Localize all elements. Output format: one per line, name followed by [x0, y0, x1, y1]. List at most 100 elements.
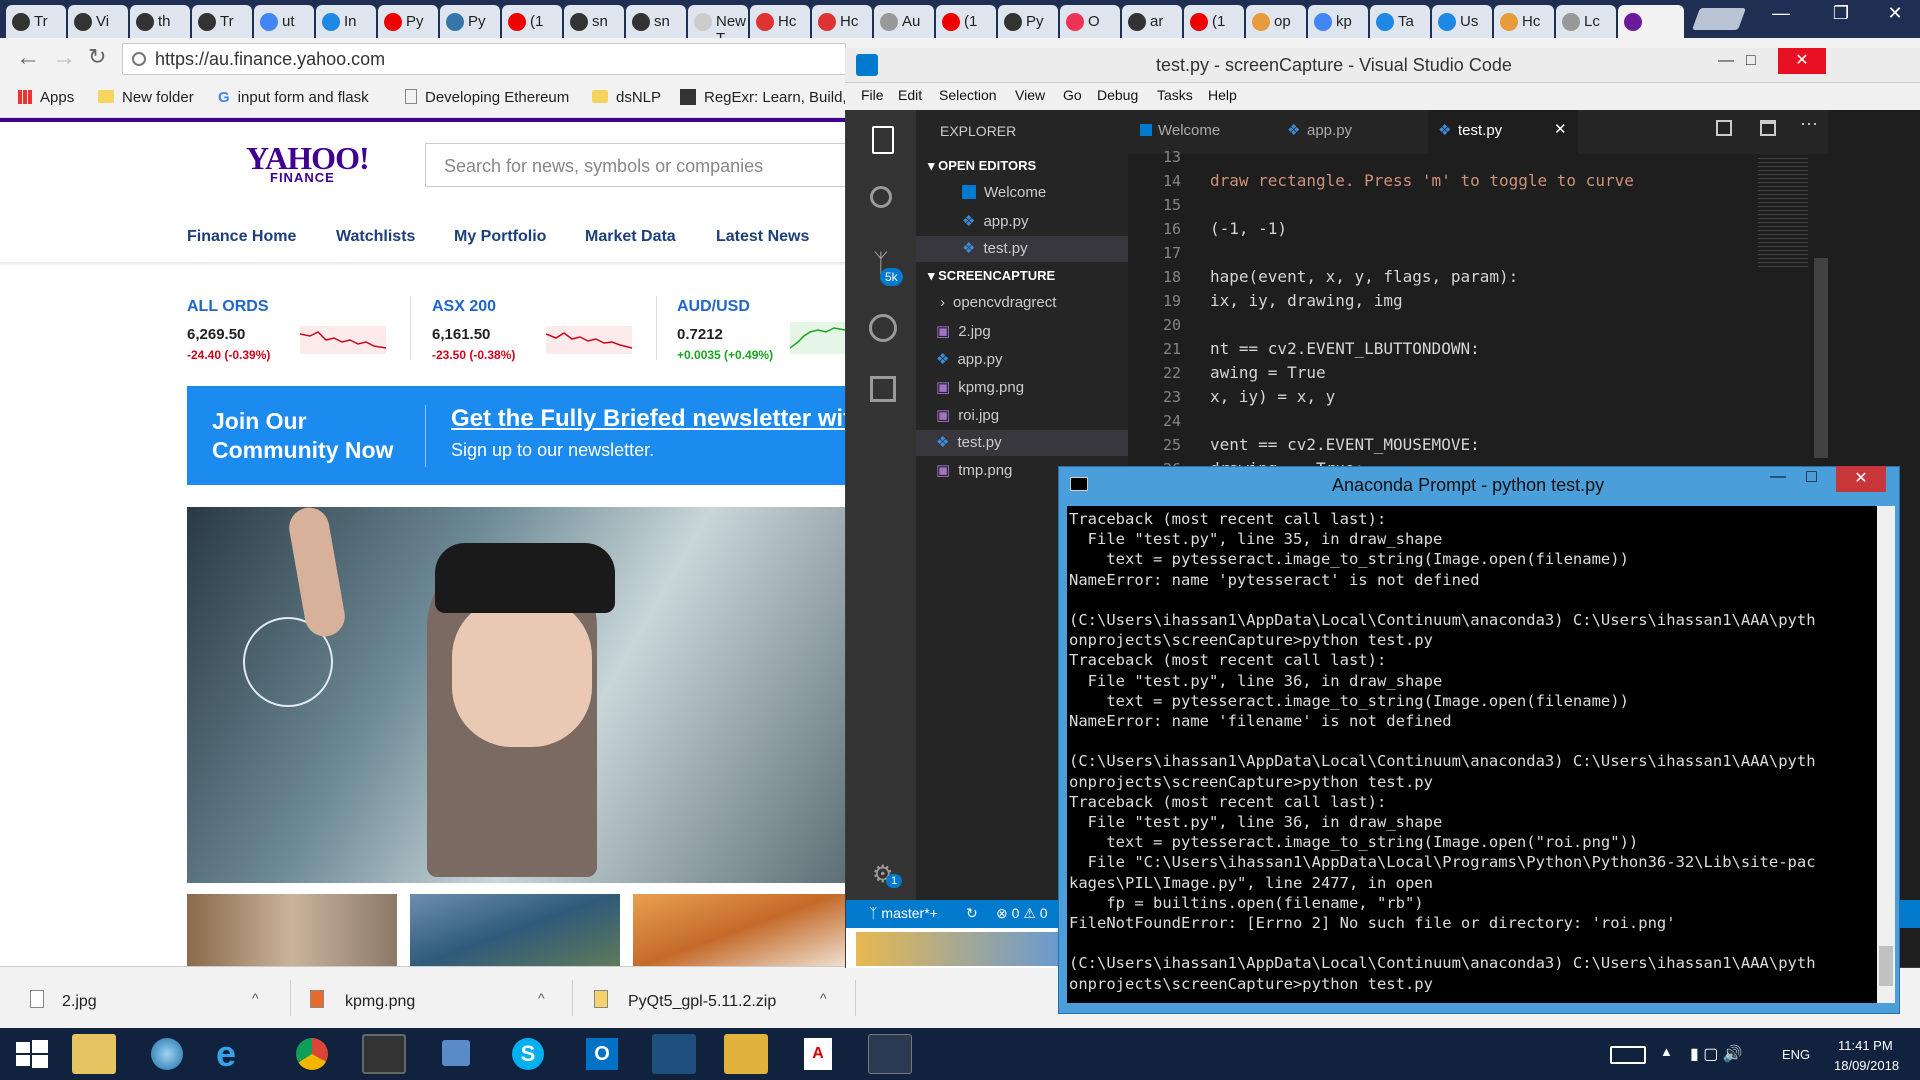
news-thumbnail[interactable]	[856, 932, 1058, 966]
code-line[interactable]: (-1, -1)	[1210, 219, 1287, 238]
news-thumbnail[interactable]	[633, 894, 845, 966]
nav-finance-home[interactable]: Finance Home	[187, 228, 296, 246]
maximize-icon[interactable]: ❐	[1818, 0, 1864, 30]
browser-tab[interactable]: Tr	[6, 5, 66, 38]
browser-tab[interactable]: op	[1246, 5, 1306, 38]
browser-tab[interactable]: Hc	[1494, 5, 1554, 38]
forward-icon[interactable]: →	[52, 44, 76, 72]
bookmark-regexr[interactable]: RegExr: Learn, Build,	[680, 89, 847, 106]
clock-date[interactable]: 18/09/2018	[1834, 1058, 1899, 1073]
browser-tab[interactable]: Py	[440, 5, 500, 38]
browser-tab[interactable]: sn	[626, 5, 686, 38]
browser-tab[interactable]: Tr	[192, 5, 252, 38]
new-tab-button[interactable]	[1691, 8, 1747, 30]
menu-tasks[interactable]: Tasks	[1157, 87, 1193, 103]
browser-tab[interactable]: (1	[1184, 5, 1244, 38]
menu-go[interactable]: Go	[1063, 87, 1082, 103]
close-icon[interactable]: ✕	[1778, 48, 1826, 74]
browser-tab[interactable]: Au	[874, 5, 934, 38]
close-tab-icon[interactable]: ✕	[1554, 120, 1567, 138]
ticker-name[interactable]: ASX 200	[432, 298, 496, 316]
browser-tab[interactable]	[1618, 5, 1684, 38]
debug-icon[interactable]	[869, 314, 897, 342]
folder-opencvdragrect[interactable]: › opencvdragrect	[940, 294, 1056, 311]
browser-tab[interactable]: Us	[1432, 5, 1492, 38]
open-changes-icon[interactable]	[1716, 120, 1732, 136]
reload-icon[interactable]: ↻	[88, 44, 106, 70]
tray-chevron-icon[interactable]: ▲	[1660, 1044, 1673, 1059]
split-editor-icon[interactable]	[1760, 120, 1776, 136]
code-line[interactable]: vent == cv2.EVENT_MOUSEMOVE:	[1210, 435, 1480, 454]
open-editors-header[interactable]: ▾ OPEN EDITORS	[928, 158, 1036, 174]
search-input[interactable]: Search for news, symbols or companies	[425, 143, 855, 187]
windows-start-icon[interactable]	[10, 1034, 54, 1074]
bookmark-input-form[interactable]: Ginput form and flask	[218, 89, 369, 106]
pdf-icon[interactable]: A	[796, 1034, 840, 1074]
network-icon[interactable]	[434, 1034, 478, 1074]
info-icon[interactable]	[132, 52, 146, 66]
archive-icon[interactable]	[724, 1034, 768, 1074]
menu-debug[interactable]: Debug	[1097, 87, 1138, 103]
file-apppy[interactable]: ❖ app.py	[936, 350, 1003, 368]
browser-tab[interactable]: ar	[1122, 5, 1182, 38]
cmd-taskbar-icon[interactable]	[868, 1034, 912, 1074]
open-editor-app[interactable]: ❖ app.py	[962, 212, 1029, 230]
close-icon[interactable]: ✕	[1872, 0, 1918, 30]
console-scrollbar-thumb[interactable]	[1879, 946, 1893, 986]
browser-tab[interactable]: (1	[502, 5, 562, 38]
editor-scrollbar[interactable]	[1814, 258, 1828, 458]
browser-tab[interactable]: Vi	[68, 5, 128, 38]
browser-tab[interactable]: In	[316, 5, 376, 38]
file-explorer-icon[interactable]	[72, 1034, 116, 1074]
file-testpy[interactable]: ❖ test.py	[936, 433, 1002, 451]
chevron-up-icon[interactable]: ^	[538, 990, 545, 1006]
network-globe-icon[interactable]	[145, 1034, 189, 1074]
file-2jpg[interactable]: ▣ 2.jpg	[936, 322, 991, 340]
nav-market-data[interactable]: Market Data	[585, 228, 676, 246]
download-item[interactable]: 2.jpg	[62, 993, 97, 1011]
keyboard-icon[interactable]	[1610, 1046, 1646, 1064]
download-item[interactable]: kpmg.png	[345, 993, 415, 1011]
code-line[interactable]: x, iy) = x, y	[1210, 387, 1335, 406]
menu-file[interactable]: File	[861, 87, 884, 103]
chevron-up-icon[interactable]: ^	[820, 990, 827, 1006]
clock-time[interactable]: 11:41 PM	[1838, 1038, 1893, 1053]
code-line[interactable]: ix, iy, drawing, img	[1210, 291, 1403, 310]
language-indicator[interactable]: ENG	[1782, 1047, 1810, 1062]
open-editor-welcome[interactable]: Welcome	[962, 184, 1046, 201]
chevron-up-icon[interactable]: ^	[252, 990, 259, 1006]
outlook-icon[interactable]: O	[580, 1034, 624, 1074]
news-thumbnail[interactable]	[187, 894, 397, 966]
menu-selection[interactable]: Selection	[939, 87, 997, 103]
browser-tab[interactable]: Lc	[1556, 5, 1616, 38]
bookmark-dsnlp[interactable]: dsNLP	[592, 89, 661, 106]
more-actions-icon[interactable]: ⋯	[1800, 114, 1818, 135]
maximize-icon[interactable]: □	[1806, 466, 1817, 487]
browser-tab[interactable]: New T	[688, 5, 748, 47]
open-editor-test[interactable]: ❖ test.py	[962, 239, 1028, 257]
banner-headline[interactable]: Get the Fully Briefed newsletter wit	[451, 405, 845, 433]
browser-tab[interactable]: Hc	[812, 5, 872, 38]
code-line[interactable]: hape(event, x, y, flags, param):	[1210, 267, 1518, 286]
bookmark-ethereum[interactable]: Developing Ethereum	[405, 89, 569, 106]
maximize-icon[interactable]: □	[1746, 52, 1756, 70]
code-line[interactable]: nt == cv2.EVENT_LBUTTONDOWN:	[1210, 339, 1480, 358]
minimize-icon[interactable]: —	[1770, 468, 1786, 486]
tab-app[interactable]: ❖ app.py	[1277, 110, 1427, 154]
terminal-icon[interactable]	[362, 1034, 406, 1074]
extensions-icon[interactable]	[870, 376, 896, 402]
minimize-icon[interactable]: —	[1718, 52, 1734, 70]
file-kpmg[interactable]: ▣ kpmg.png	[936, 378, 1024, 396]
code-line[interactable]: draw rectangle. Press 'm' to toggle to c…	[1210, 171, 1634, 190]
browser-tab[interactable]: Py	[378, 5, 438, 38]
ticker-name[interactable]: AUD/USD	[677, 298, 750, 316]
minimize-icon[interactable]: —	[1758, 0, 1804, 30]
back-icon[interactable]: ←	[16, 44, 40, 72]
bookmark-new-folder[interactable]: New folder	[98, 89, 194, 106]
console-scrollbar[interactable]	[1877, 506, 1895, 1003]
menu-edit[interactable]: Edit	[898, 87, 922, 103]
browser-tab[interactable]: sn	[564, 5, 624, 38]
file-tmppng[interactable]: ▣ tmp.png	[936, 461, 1012, 479]
project-header[interactable]: ▾ SCREENCAPTURE	[928, 268, 1055, 284]
vscode-taskbar-icon[interactable]	[652, 1034, 696, 1074]
